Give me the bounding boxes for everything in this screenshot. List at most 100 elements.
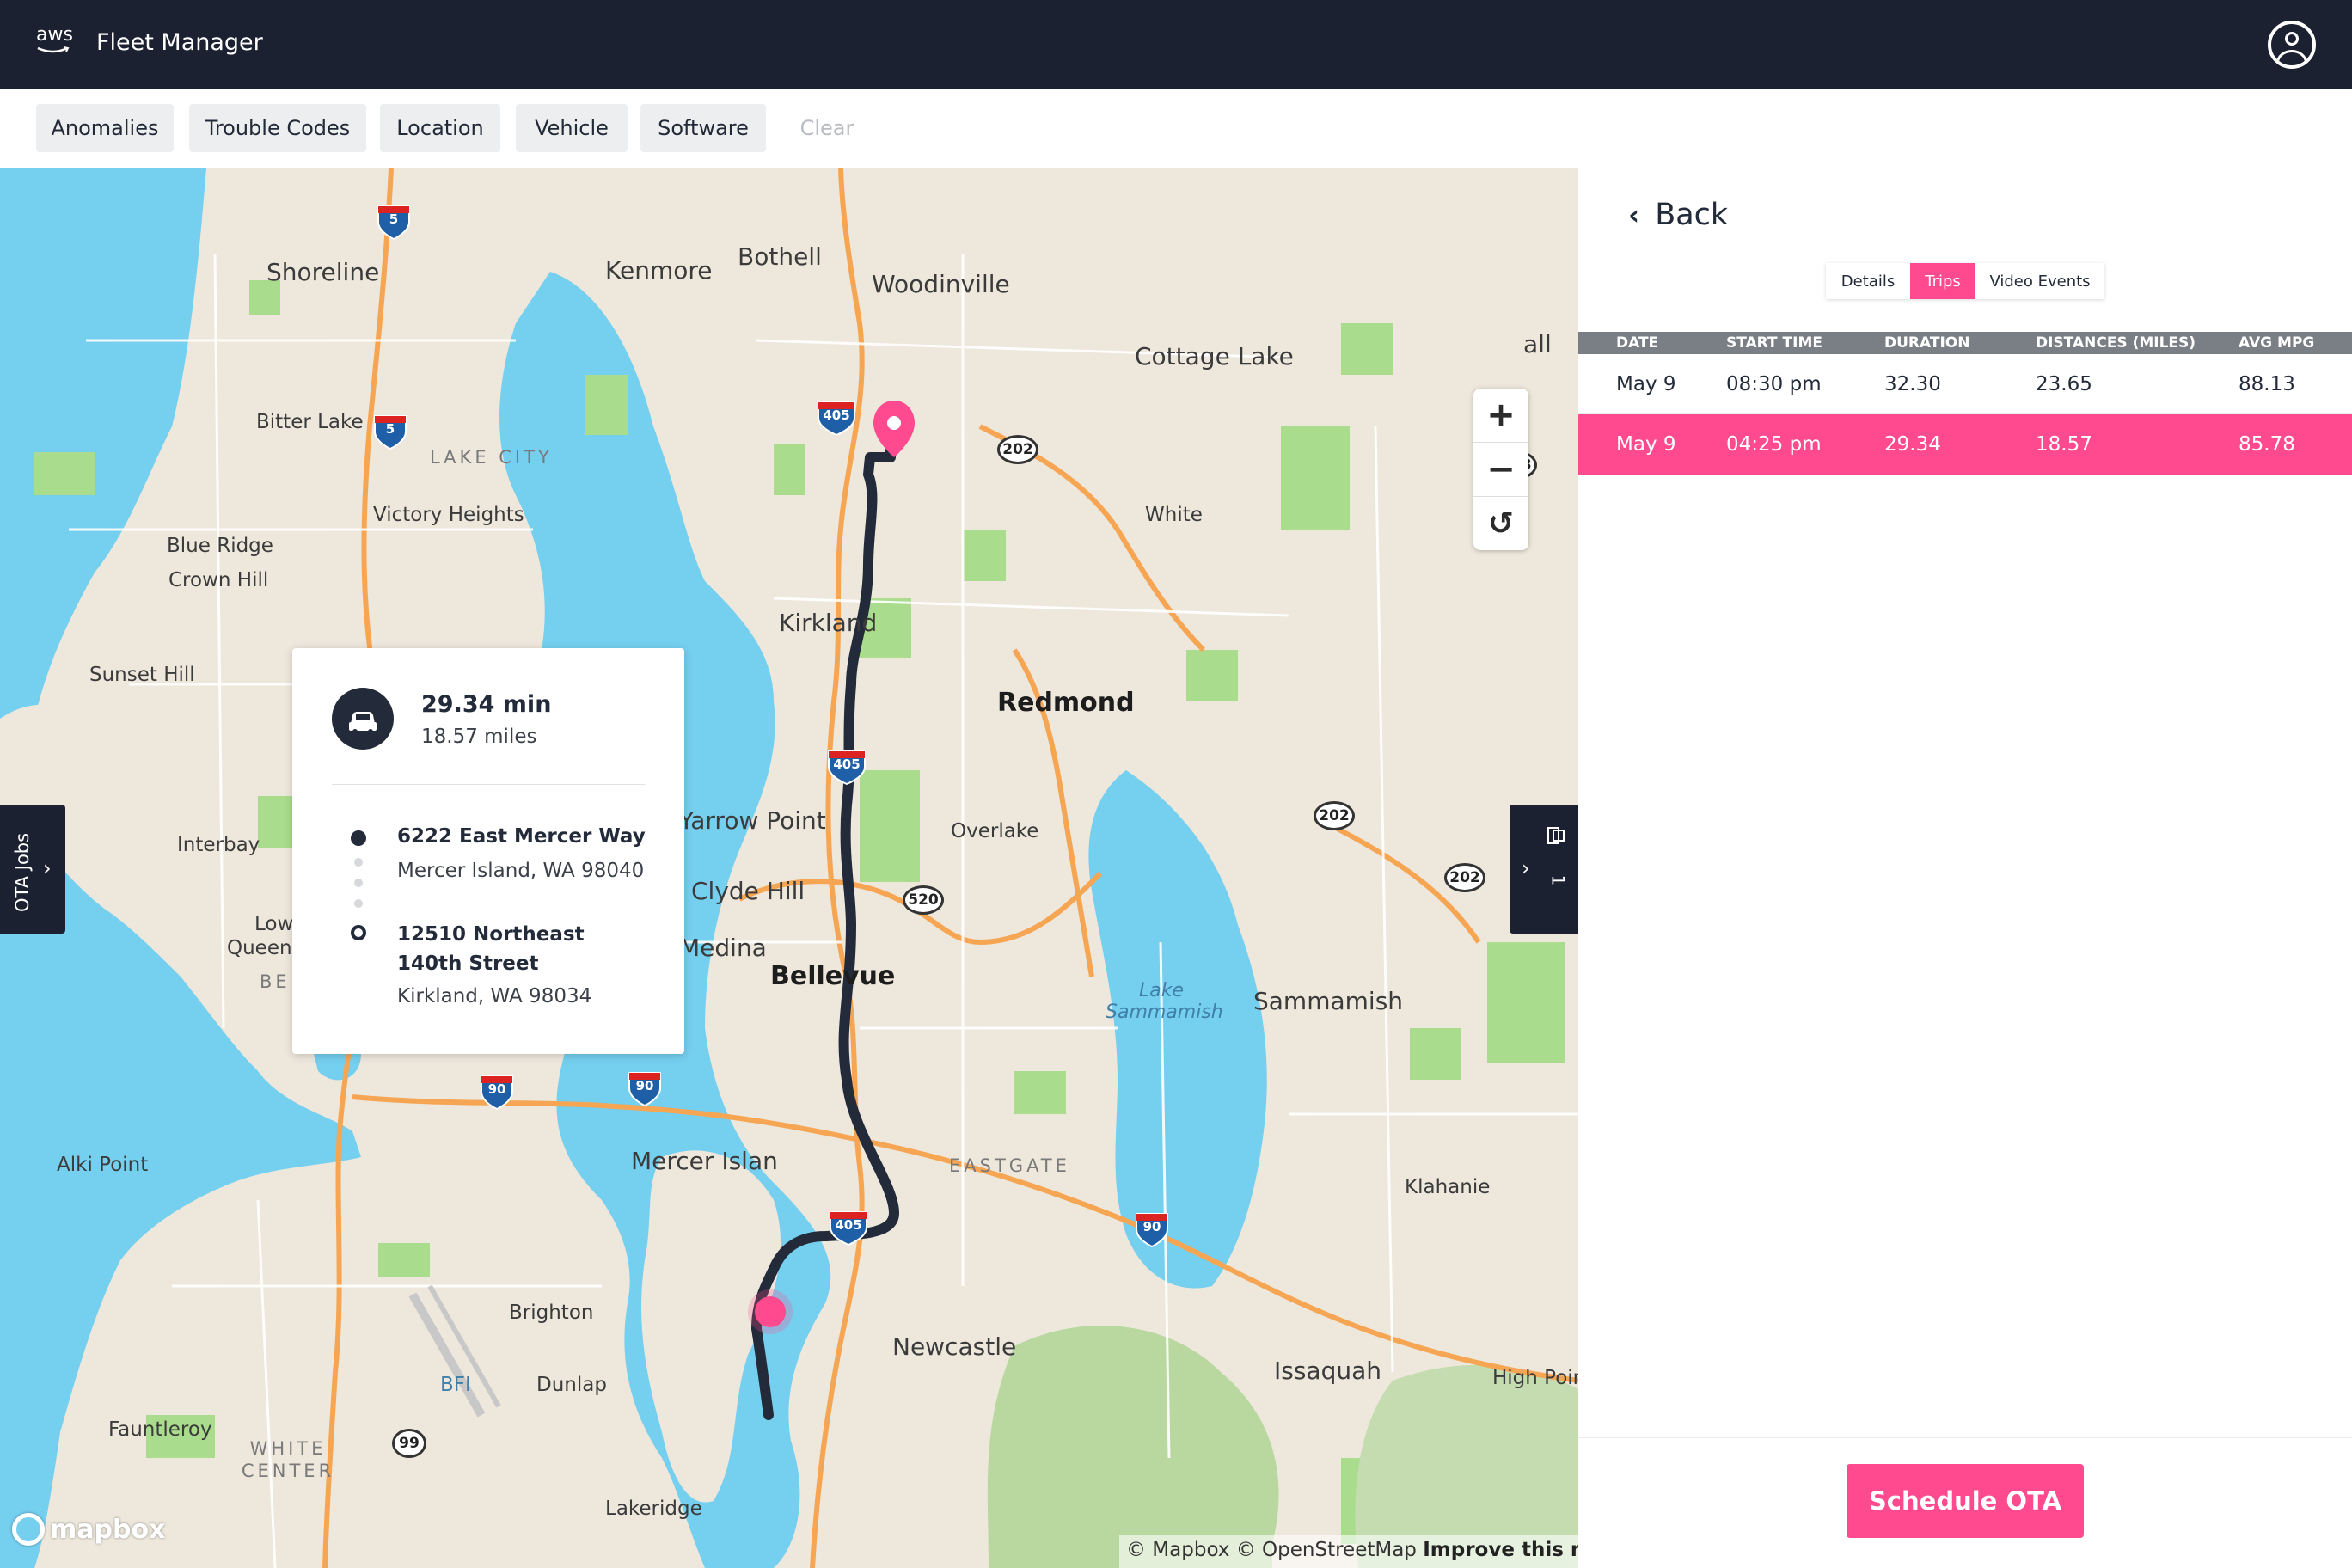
interstate-shield: 405 (829, 1209, 868, 1246)
trips-table-header: DATE START TIME DURATION DISTANCES (MILE… (1578, 332, 2352, 354)
place-newcastle: Newcastle (892, 1332, 1017, 1361)
place-fall-city-fragment: all (1523, 330, 1552, 358)
place-white: White (1145, 504, 1203, 526)
state-route-marker: 520 (903, 885, 944, 915)
place-white-center: WHITE CENTER (241, 1438, 335, 1481)
chevron-right-icon: › (43, 856, 52, 880)
map-attribution: © Mapbox © OpenStreetMap Improve this ma… (1119, 1535, 1578, 1568)
top-navigation-bar: aws Fleet Manager (0, 0, 2352, 89)
place-dunlap: Dunlap (536, 1374, 607, 1396)
divider (332, 784, 645, 785)
interstate-shield: 405 (827, 748, 867, 786)
column-header-distances[interactable]: DISTANCES (MILES) (2036, 334, 2196, 352)
state-route-marker: 202 (997, 435, 1038, 464)
mapbox-logo[interactable]: mapbox (12, 1513, 165, 1546)
filter-chip-location[interactable]: Location (380, 104, 500, 152)
state-route-marker: 202 (1444, 863, 1485, 892)
filter-chip-vehicle[interactable]: Vehicle (516, 104, 628, 152)
vehicle-count: 1 (1547, 874, 1569, 886)
table-row-selected[interactable]: May 9 04:25 pm 29.34 18.57 85.78 (1578, 414, 2352, 475)
place-lake-sammamish: Lake Sammamish (1106, 980, 1223, 1023)
place-sammamish: Sammamish (1253, 987, 1404, 1015)
start-address-street: 6222 East Mercer Way (397, 825, 646, 848)
place-clyde-hill: Clyde Hill (691, 877, 805, 905)
interstate-shield: 5 (377, 203, 411, 241)
reset-bearing-button[interactable]: ↺ (1473, 497, 1528, 550)
cell-date: May 9 (1616, 433, 1676, 456)
column-header-avg-mpg[interactable]: AVG MPG (2239, 334, 2314, 352)
vehicle-detail-panel: ‹ Back Details Trips Video Events DATE S… (1578, 168, 2352, 1568)
clear-filters-button[interactable]: Clear (781, 104, 873, 152)
map-view[interactable]: Shoreline Kenmore Bothell Woodinville Co… (0, 168, 1578, 1568)
back-button[interactable]: ‹ Back (1628, 198, 1728, 232)
panel-footer: Schedule OTA (1578, 1437, 2352, 1568)
cell-duration: 29.34 (1884, 433, 1941, 456)
place-victory-heights: Victory Heights (373, 504, 524, 526)
panel-tabs: Details Trips Video Events (1826, 263, 2104, 299)
schedule-ota-button[interactable]: Schedule OTA (1847, 1464, 2084, 1538)
zoom-in-button[interactable]: + (1473, 389, 1528, 442)
tab-trips[interactable]: Trips (1910, 263, 1975, 299)
place-redmond: Redmond (997, 688, 1135, 718)
cell-distance: 18.57 (2036, 433, 2092, 456)
trip-summary-popup: 29.34 min 18.57 miles 6222 East Mercer W… (292, 648, 684, 1054)
chevron-left-icon: ‹ (1628, 199, 1640, 231)
user-circle-icon[interactable] (2268, 21, 2316, 69)
place-bothell: Bothell (738, 242, 822, 271)
aws-logo-text: aws (36, 24, 73, 46)
place-cottage-lake: Cottage Lake (1135, 342, 1294, 371)
column-header-duration[interactable]: DURATION (1884, 334, 1969, 352)
place-brighton: Brighton (509, 1302, 594, 1324)
trip-duration: 29.34 min (421, 691, 552, 718)
column-header-start-time[interactable]: START TIME (1726, 334, 1822, 352)
end-address-street: 12510 Northeast 140th Street (397, 923, 585, 975)
trip-distance: 18.57 miles (421, 726, 537, 748)
start-address-city: Mercer Island, WA 98040 (397, 860, 645, 882)
table-row[interactable]: May 9 08:30 pm 32.30 23.65 88.13 (1578, 354, 2352, 414)
interstate-shield: 90 (480, 1073, 514, 1111)
aws-logo[interactable]: aws (36, 24, 76, 58)
place-fauntleroy: Fauntleroy (108, 1418, 212, 1441)
tab-video-events[interactable]: Video Events (1975, 263, 2104, 299)
place-belltown: BE (260, 971, 291, 992)
attribution-text[interactable]: © Mapbox © OpenStreetMap (1126, 1539, 1417, 1561)
route-connector-dot (354, 858, 363, 867)
column-header-date[interactable]: DATE (1616, 334, 1658, 352)
app-title: Fleet Manager (96, 29, 263, 56)
tab-details[interactable]: Details (1826, 263, 1910, 299)
filter-bar: Anomalies Trouble Codes Location Vehicle… (0, 89, 2352, 168)
place-bfi-airport: BFI (440, 1374, 471, 1396)
cell-start-time: 04:25 pm (1726, 433, 1822, 456)
vehicle-list-drawer-tab[interactable]: › 1 (1510, 805, 1578, 934)
place-interbay: Interbay (177, 834, 260, 856)
start-point-dot (351, 830, 366, 846)
cell-distance: 23.65 (2036, 373, 2092, 395)
ota-jobs-drawer-tab[interactable]: OTA Jobs › (0, 805, 65, 934)
zoom-out-button[interactable]: − (1473, 443, 1528, 496)
end-address-city: Kirkland, WA 98034 (397, 985, 592, 1008)
place-bitter-lake: Bitter Lake (256, 411, 364, 433)
place-klahanie: Klahanie (1405, 1176, 1491, 1198)
improve-map-link[interactable]: Improve this map (1423, 1539, 1578, 1561)
place-high-point: High Poir (1492, 1367, 1578, 1389)
place-bellevue: Bellevue (770, 961, 896, 991)
interstate-shield: 90 (1135, 1210, 1169, 1248)
filter-chip-anomalies[interactable]: Anomalies (36, 104, 174, 152)
interstate-shield: 5 (373, 413, 407, 450)
filter-chip-software[interactable]: Software (640, 104, 766, 152)
filter-chip-trouble-codes[interactable]: Trouble Codes (189, 104, 366, 152)
state-route-marker: 202 (1314, 801, 1355, 830)
place-crown-hill: Crown Hill (168, 569, 269, 591)
place-shoreline: Shoreline (266, 258, 380, 286)
route-connector-dot (354, 879, 363, 887)
place-issaquah: Issaquah (1274, 1357, 1382, 1385)
car-icon (332, 688, 394, 750)
place-blue-ridge: Blue Ridge (167, 535, 273, 557)
chevron-right-icon: › (1522, 856, 1530, 880)
interstate-shield: 90 (628, 1069, 662, 1107)
back-label: Back (1655, 198, 1729, 232)
end-point-dot (351, 925, 366, 940)
place-kirkland: Kirkland (779, 609, 878, 637)
mapbox-logo-icon (12, 1513, 45, 1546)
place-alki-point: Alki Point (57, 1154, 149, 1176)
